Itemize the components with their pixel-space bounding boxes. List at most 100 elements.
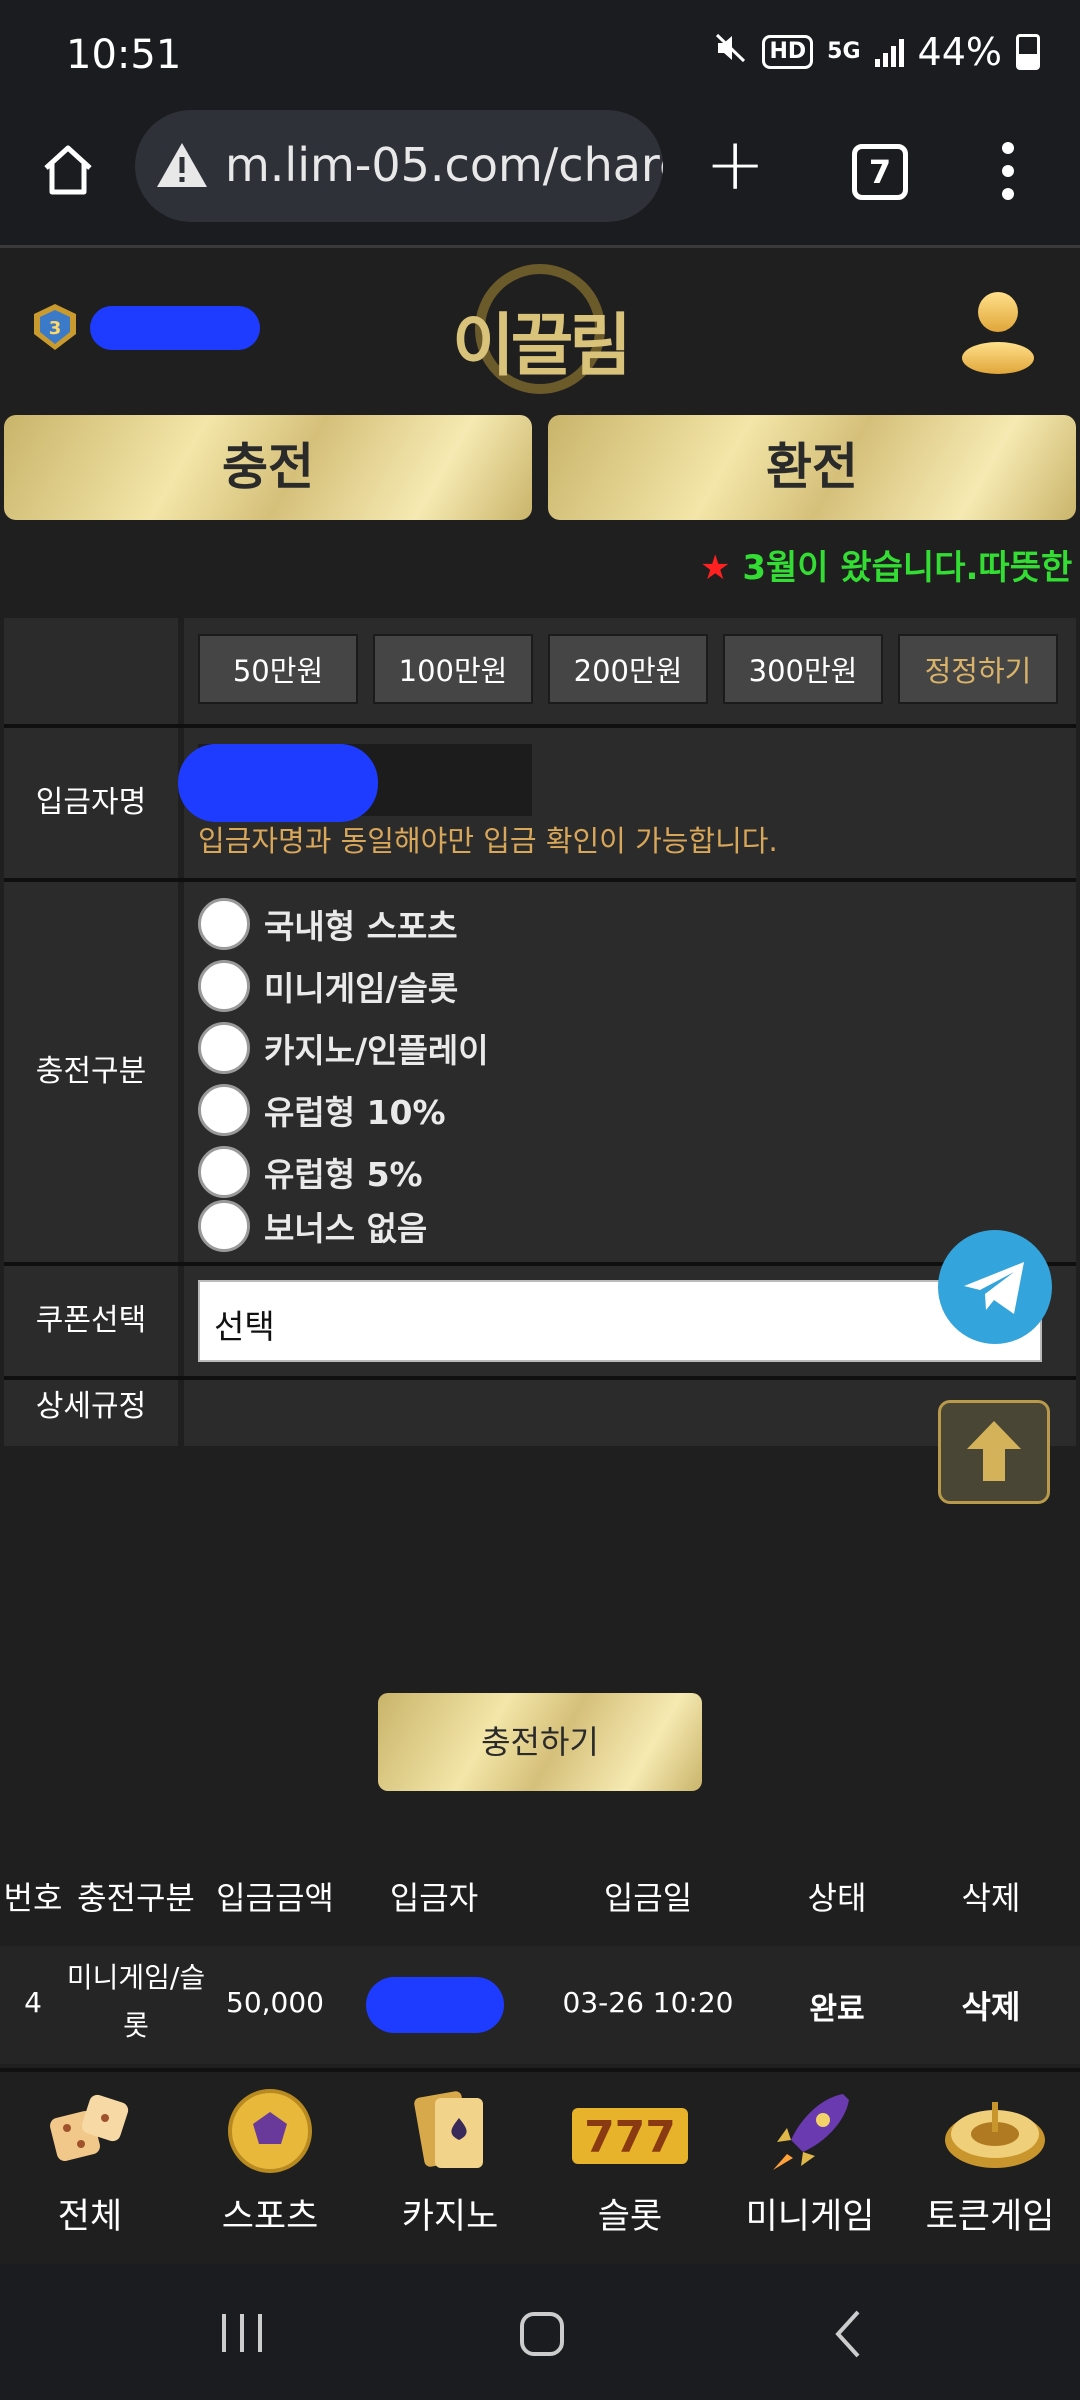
telegram-icon [964, 1262, 1024, 1314]
bottom-navigation: 전체 스포츠 카지노 777 슬롯 미니게임 토큰게임 [0, 2068, 1080, 2268]
battery-percent: 44% [917, 30, 1002, 74]
reset-amount-button[interactable]: 정정하기 [898, 634, 1058, 704]
amount-label-cell [4, 618, 178, 724]
row-amount: 50,000 [226, 1986, 324, 2019]
slot-777-icon: 777 [570, 2088, 690, 2174]
column-header: 번호 [3, 1879, 63, 1917]
telegram-button[interactable] [938, 1230, 1052, 1344]
nav-casino[interactable]: 카지노 [360, 2072, 540, 2268]
home-icon[interactable] [38, 140, 98, 200]
row-status: 완료 [809, 1992, 865, 2027]
column-header: 삭제 [961, 1879, 1021, 1917]
column-header: 입금일 [603, 1879, 693, 1917]
5g-icon: 5G [827, 39, 861, 64]
status-time: 10:51 [66, 32, 182, 78]
charge-type-options: 국내형 스포츠 미니게임/슬롯 카지노/인플레이 유럽형 10% 유럽형 5% … [184, 882, 1076, 1262]
rocket-icon [765, 2088, 855, 2174]
nav-label: 미니게임 [745, 2197, 875, 2237]
depositor-row: 입금자명 입금자명과 동일해야만 입금 확인이 가능합니다. [0, 728, 1080, 878]
site-logo[interactable]: 이끌림 [445, 260, 635, 398]
url-bar[interactable]: m.lim-05.com/charg [135, 110, 663, 222]
notice-marquee: ★ 3월이 왔습니다.따뜻한 봄 [0, 540, 1080, 590]
system-navigation-bar [0, 2264, 1080, 2400]
radio-button[interactable] [198, 1022, 250, 1074]
rank-badge-icon: 3 [28, 300, 82, 354]
back-icon[interactable] [830, 2308, 866, 2364]
roulette-icon [940, 2088, 1050, 2174]
browser-toolbar: m.lim-05.com/charg + 7 [0, 110, 1080, 248]
amount-row: 50만원 100만원 200만원 300만원 정정하기 [0, 618, 1080, 724]
signal-icon [874, 37, 904, 67]
charge-submit-button[interactable]: 충전하기 [378, 1693, 702, 1791]
row-charge-type: 미니게임/슬 롯 [56, 1954, 216, 2050]
radio-button[interactable] [198, 1200, 250, 1252]
scroll-top-button[interactable] [938, 1400, 1050, 1504]
radio-button[interactable] [198, 1146, 250, 1198]
nav-sports[interactable]: 스포츠 [180, 2072, 360, 2268]
charge-type-option[interactable]: 보너스 없음 [198, 1196, 427, 1256]
user-icon[interactable] [960, 288, 1036, 376]
recent-apps-icon[interactable] [218, 2312, 266, 2358]
coupon-select[interactable]: 선택 [198, 1280, 1042, 1362]
status-bar: 10:51 HD 5G 44% [0, 0, 1080, 110]
nav-token-game[interactable]: 토큰게임 [900, 2072, 1080, 2268]
row-depositor-redacted [366, 1977, 504, 2033]
arrow-up-icon [967, 1421, 1021, 1481]
amount-300-button[interactable]: 300만원 [723, 634, 883, 704]
row-charge-type-line: 롯 [123, 2009, 149, 2042]
nav-minigame[interactable]: 미니게임 [720, 2072, 900, 2268]
status-icons: HD 5G 44% [714, 30, 1040, 74]
nav-label: 전체 [57, 2197, 123, 2237]
charge-type-option[interactable]: 카지노/인플레이 [198, 1018, 489, 1078]
nav-slot[interactable]: 777 슬롯 [540, 2072, 720, 2268]
nav-label: 슬롯 [597, 2197, 663, 2237]
nav-label: 스포츠 [221, 2197, 319, 2237]
amount-100-button[interactable]: 100만원 [373, 634, 533, 704]
depositor-name-redacted [178, 744, 378, 822]
rules-label: 상세규정 [4, 1380, 178, 1446]
depositor-hint: 입금자명과 동일해야만 입금 확인이 가능합니다. [198, 824, 778, 858]
warning-icon[interactable] [155, 140, 209, 190]
coupon-row: 쿠폰선택 선택 [0, 1266, 1080, 1376]
rules-row: 상세규정 [0, 1380, 1080, 1446]
radio-button[interactable] [198, 1084, 250, 1136]
coupon-label: 쿠폰선택 [4, 1266, 178, 1376]
battery-icon [1016, 34, 1040, 70]
charge-type-option[interactable]: 국내형 스포츠 [198, 894, 458, 954]
radio-button[interactable] [198, 898, 250, 950]
column-header: 입금금액 [216, 1879, 334, 1917]
amount-50-button[interactable]: 50만원 [198, 634, 358, 704]
row-date: 03-26 10:20 [562, 1986, 734, 2019]
radio-button[interactable] [198, 960, 250, 1012]
marquee-message: 3월이 왔습니다.따뜻한 봄 [730, 548, 1080, 588]
row-charge-type-line: 미니게임/슬 [66, 1961, 206, 1994]
tabs-icon[interactable]: 7 [852, 144, 908, 200]
cards-icon [405, 2088, 495, 2174]
mute-icon [714, 31, 748, 73]
tab-exchange[interactable]: 환전 [548, 415, 1076, 520]
plus-icon[interactable]: + [705, 128, 765, 200]
charge-type-option[interactable]: 유럽형 10% [198, 1080, 446, 1140]
depositor-name-input[interactable] [178, 744, 532, 822]
url-text[interactable]: m.lim-05.com/charg [225, 138, 663, 192]
charge-type-option[interactable]: 유럽형 5% [198, 1142, 423, 1202]
charge-type-row: 충전구분 국내형 스포츠 미니게임/슬롯 카지노/인플레이 유럽형 10% 유럽… [0, 882, 1080, 1262]
star-icon: ★ [700, 548, 731, 588]
charge-type-label: 충전구분 [4, 882, 178, 1262]
svg-text:777: 777 [584, 2112, 676, 2163]
svg-text:3: 3 [49, 318, 62, 339]
home-button-icon[interactable] [518, 2310, 566, 2362]
tab-charge[interactable]: 충전 [4, 415, 532, 520]
nav-all[interactable]: 전체 [0, 2072, 180, 2268]
amount-buttons: 50만원 100만원 200만원 300만원 정정하기 [184, 618, 1076, 724]
depositor-label: 입금자명 [4, 728, 178, 878]
site-header: 3 이끌림 [0, 248, 1080, 410]
charge-type-option[interactable]: 미니게임/슬롯 [198, 956, 458, 1016]
nav-label: 카지노 [401, 2197, 499, 2237]
amount-200-button[interactable]: 200만원 [548, 634, 708, 704]
more-icon[interactable] [1002, 142, 1016, 211]
hd-icon: HD [762, 35, 814, 69]
dice-icon [45, 2088, 135, 2174]
row-delete-button[interactable]: 삭제 [902, 1982, 1080, 2028]
marquee-text: ★ 3월이 왔습니다.따뜻한 봄 [700, 540, 1080, 589]
